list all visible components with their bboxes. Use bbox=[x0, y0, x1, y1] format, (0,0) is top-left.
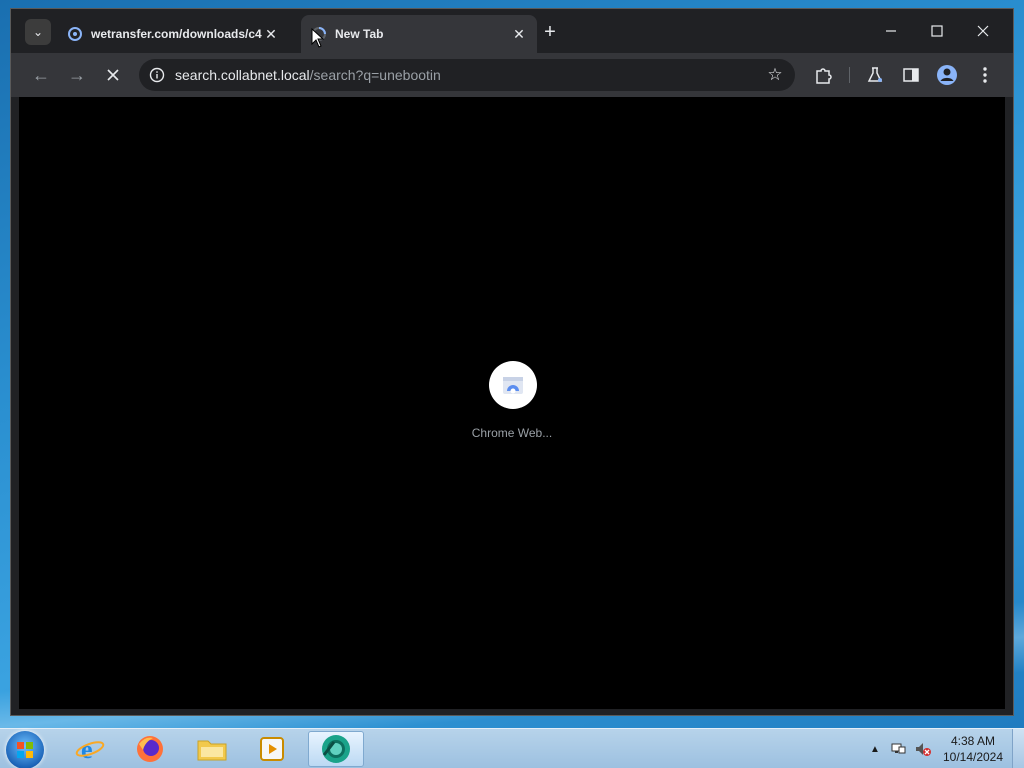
maximize-button[interactable] bbox=[915, 17, 959, 45]
tab-search-button[interactable]: ⌄ bbox=[25, 19, 51, 45]
site-info-icon[interactable] bbox=[147, 65, 167, 85]
profile-button[interactable] bbox=[935, 63, 959, 87]
stop-loading-button[interactable] bbox=[99, 61, 127, 89]
minimize-button[interactable] bbox=[869, 17, 913, 45]
toolbar-divider bbox=[849, 67, 850, 83]
close-tab-icon[interactable]: ✕ bbox=[263, 26, 279, 42]
show-hidden-icons-button[interactable]: ▲ bbox=[868, 729, 882, 768]
menu-button[interactable] bbox=[973, 63, 997, 87]
bookmark-star-icon[interactable]: ☆ bbox=[765, 65, 785, 85]
tab-title: New Tab bbox=[335, 27, 384, 41]
app-loading-badge bbox=[489, 361, 537, 409]
clock-time: 4:38 AM bbox=[950, 734, 996, 748]
system-clock[interactable]: 4:38 AM 10/14/2024 bbox=[940, 733, 1006, 765]
arrow-left-icon: ← bbox=[32, 64, 50, 85]
minimize-icon bbox=[886, 30, 896, 32]
tab-new-tab[interactable]: New Tab ✕ bbox=[301, 15, 537, 53]
mouse-cursor-icon bbox=[311, 28, 325, 48]
stop-icon bbox=[107, 69, 119, 81]
tab-strip: ⌄ wetransfer.com/downloads/c4 ✕ New Tab … bbox=[11, 9, 1013, 53]
arrow-right-icon: → bbox=[68, 64, 86, 85]
start-button[interactable] bbox=[6, 731, 44, 768]
labs-button[interactable] bbox=[863, 63, 887, 87]
network-icon[interactable] bbox=[888, 729, 908, 768]
internet-explorer-icon: e bbox=[75, 735, 105, 764]
taskbar-file-explorer[interactable] bbox=[184, 731, 240, 767]
chrome-icon bbox=[322, 735, 350, 763]
taskbar-chrome[interactable] bbox=[308, 731, 364, 767]
chevron-down-icon: ⌄ bbox=[32, 25, 44, 39]
media-player-icon bbox=[260, 737, 284, 761]
side-panel-icon bbox=[903, 68, 919, 82]
wetransfer-favicon-icon bbox=[67, 26, 83, 42]
loading-app-label: Chrome Web... bbox=[471, 426, 553, 440]
windows-logo-icon bbox=[17, 742, 33, 758]
svg-text:e: e bbox=[81, 735, 93, 764]
firefox-icon bbox=[137, 736, 163, 762]
avatar-icon bbox=[937, 65, 957, 85]
browser-toolbar: ← → search.collabnet.local/search?q=uneb… bbox=[11, 53, 1013, 97]
address-url: search.collabnet.local/search?q=unebooti… bbox=[175, 67, 441, 83]
address-host: search.collabnet.local bbox=[175, 67, 310, 83]
taskbar: e ▲ 4:38 AM 10/14/2024 bbox=[0, 728, 1024, 768]
kebab-menu-icon bbox=[983, 67, 987, 83]
tab-title: wetransfer.com/downloads/c4 bbox=[91, 27, 262, 41]
clock-date: 10/14/2024 bbox=[942, 750, 1004, 764]
page-content: Chrome Web... bbox=[19, 97, 1005, 709]
extensions-button[interactable] bbox=[811, 63, 835, 87]
browser-window: ⌄ wetransfer.com/downloads/c4 ✕ New Tab … bbox=[10, 8, 1014, 716]
chrome-web-store-icon bbox=[503, 377, 523, 394]
close-icon bbox=[977, 25, 989, 37]
volume-muted-icon[interactable] bbox=[912, 729, 934, 768]
show-desktop-button[interactable] bbox=[1012, 729, 1024, 768]
taskbar-internet-explorer[interactable]: e bbox=[62, 731, 118, 767]
new-tab-button[interactable]: + bbox=[539, 21, 561, 43]
taskbar-media-player[interactable] bbox=[244, 731, 300, 767]
forward-button[interactable]: → bbox=[63, 61, 91, 89]
side-panel-button[interactable] bbox=[899, 63, 923, 87]
close-tab-icon[interactable]: ✕ bbox=[511, 26, 527, 42]
folder-icon bbox=[197, 740, 227, 761]
maximize-icon bbox=[931, 25, 943, 37]
back-button[interactable]: ← bbox=[27, 61, 55, 89]
address-bar[interactable]: search.collabnet.local/search?q=unebooti… bbox=[139, 59, 795, 91]
close-window-button[interactable] bbox=[961, 17, 1005, 45]
address-path: /search?q=unebootin bbox=[309, 67, 441, 83]
puzzle-icon bbox=[816, 68, 832, 84]
tab-wetransfer[interactable]: wetransfer.com/downloads/c4 ✕ bbox=[57, 15, 289, 53]
flask-icon bbox=[867, 67, 883, 82]
taskbar-firefox[interactable] bbox=[122, 731, 178, 767]
